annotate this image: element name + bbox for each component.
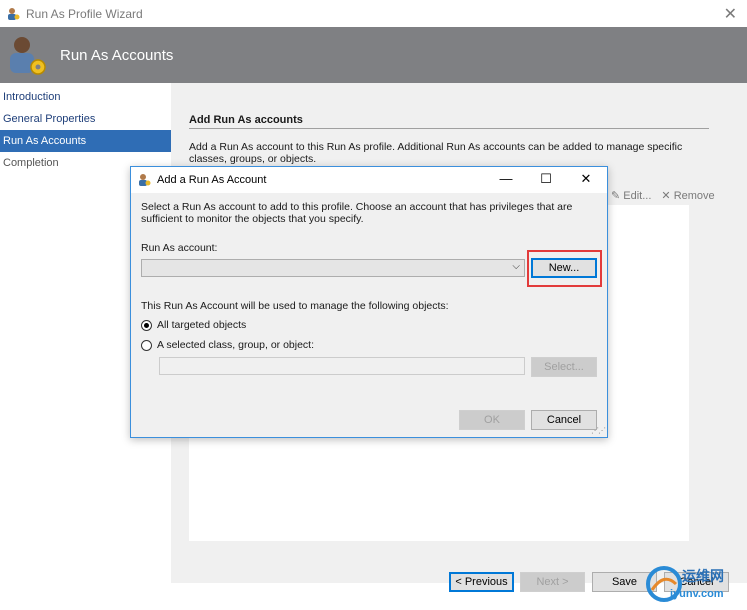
dialog-app-icon xyxy=(139,174,151,186)
manage-objects-text: This Run As Account will be used to mana… xyxy=(141,300,449,312)
edit-button[interactable]: ✎ Edit... xyxy=(611,189,651,202)
remove-x-icon: ✕ xyxy=(661,190,671,202)
section-title: Add Run As accounts xyxy=(189,114,303,126)
account-label: Run As account: xyxy=(141,242,218,254)
user-account-icon xyxy=(10,37,46,75)
wizard-header: Run As Accounts xyxy=(0,27,747,83)
section-divider xyxy=(189,128,709,129)
close-icon[interactable]: ✕ xyxy=(724,4,737,24)
pencil-icon: ✎ xyxy=(611,190,621,202)
edit-label: Edit... xyxy=(623,190,652,202)
dialog-close-icon[interactable]: ✕ xyxy=(578,171,594,187)
add-run-as-account-dialog: Add a Run As Account — ☐ ✕ Select a Run … xyxy=(130,166,608,438)
radio-selected-icon xyxy=(141,339,152,351)
radio-all-label: All targeted objects xyxy=(157,319,247,331)
dialog-titlebar: Add a Run As Account — ☐ ✕ xyxy=(131,167,607,193)
watermark-text-cn: 运维网 xyxy=(682,568,724,584)
watermark-text-en: iyunv.com xyxy=(670,588,724,600)
remove-button[interactable]: ✕ Remove xyxy=(661,189,714,202)
wizard-app-icon xyxy=(8,7,20,20)
highlight-box xyxy=(527,250,602,287)
wizard-footer: < Previous Next > Save Cancel xyxy=(0,565,747,610)
maximize-icon[interactable]: ☐ xyxy=(538,171,554,187)
radio-all-icon xyxy=(141,319,152,331)
next-button[interactable]: Next > xyxy=(520,572,585,592)
resize-grip-icon[interactable]: ⋰⋰ xyxy=(591,426,606,435)
section-description: Add a Run As account to this Run As prof… xyxy=(189,141,683,165)
remove-label: Remove xyxy=(673,190,715,202)
minimize-icon[interactable]: — xyxy=(498,171,514,187)
list-toolbar: ✎ Edit... ✕ Remove xyxy=(611,189,715,202)
dialog-title: Add a Run As Account xyxy=(157,174,267,186)
previous-button[interactable]: < Previous xyxy=(449,572,514,592)
step-run-as-accounts[interactable]: Run As Accounts xyxy=(0,130,171,152)
page-title: Run As Accounts xyxy=(60,46,174,64)
radio-selected-label: A selected class, group, or object: xyxy=(157,339,315,351)
selected-object-field[interactable] xyxy=(159,357,525,375)
chevron-down-icon: ⌵ xyxy=(512,261,520,272)
radio-all-targeted[interactable]: All targeted objects xyxy=(141,319,246,331)
ok-button[interactable]: OK xyxy=(459,410,525,430)
step-introduction[interactable]: Introduction xyxy=(0,86,171,108)
step-general-properties[interactable]: General Properties xyxy=(0,108,171,130)
run-as-account-dropdown[interactable]: ⌵ xyxy=(141,259,525,277)
dialog-description: Select a Run As account to add to this p… xyxy=(141,201,573,225)
select-object-button[interactable]: Select... xyxy=(531,357,597,377)
window-title: Run As Profile Wizard xyxy=(26,6,143,21)
radio-selected-object[interactable]: A selected class, group, or object: xyxy=(141,339,314,351)
watermark-logo: 运维网 iyunv.com xyxy=(640,560,745,608)
dialog-cancel-button[interactable]: Cancel xyxy=(531,410,597,430)
window-titlebar: Run As Profile Wizard ✕ xyxy=(0,0,747,27)
